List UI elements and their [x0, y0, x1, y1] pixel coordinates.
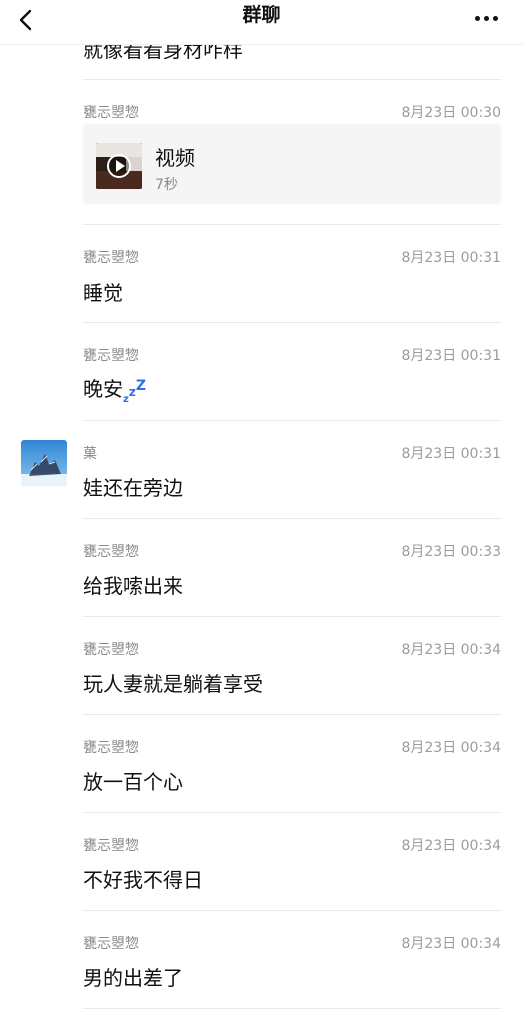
message-item: 甕忈曌惣 8月23日 00:34 男的出差了	[0, 911, 523, 1009]
message-sender: 菓	[83, 446, 97, 462]
message-time: 8月23日 00:30	[401, 105, 501, 121]
message-sender: 甕忈曌惣	[83, 544, 139, 560]
message-sender: 甕忈曌惣	[83, 642, 139, 658]
message-sender: 甕忈曌惣	[83, 936, 139, 952]
video-card[interactable]: 视频 7秒	[83, 124, 501, 204]
message-text: 睡觉	[83, 281, 123, 305]
message-sender: 甕忈曌惣	[83, 348, 139, 364]
message-time: 8月23日 00:34	[401, 936, 501, 952]
message-divider	[83, 1008, 501, 1009]
message-item: 甕忈曌惣 8月23日 00:31 睡觉	[0, 225, 523, 323]
message-sender: 甕忈曌惣	[83, 740, 139, 756]
message-video: 甕忈曌惣 8月23日 00:30 视频 7秒	[0, 80, 523, 225]
message-item: 菓 8月23日 00:31 娃还在旁边	[0, 421, 523, 519]
zzz-icon: zzZ	[123, 378, 146, 405]
message-sender: 甕忈曌惣	[83, 250, 139, 266]
play-icon	[107, 154, 131, 178]
message-time: 8月23日 00:34	[401, 642, 501, 658]
avatar[interactable]	[21, 440, 67, 486]
video-title: 视频	[155, 146, 195, 170]
message-time: 8月23日 00:31	[401, 348, 501, 364]
message-item: 甕忈曌惣 8月23日 00:31 晚安zzZ	[0, 323, 523, 421]
chat-message-list[interactable]: 就像看看身材咋样 甕忈曌惣 8月23日 00:30 视频 7秒 甕忈曌惣 8月2…	[0, 0, 523, 1024]
message-time: 8月23日 00:31	[401, 446, 501, 462]
message-time: 8月23日 00:33	[401, 544, 501, 560]
video-duration: 7秒	[155, 177, 178, 193]
message-sender: 甕忈曌惣	[83, 105, 139, 121]
message-item: 甕忈曌惣 8月23日 00:34 玩人妻就是躺着享受	[0, 617, 523, 715]
page-title: 群聊	[242, 4, 281, 26]
navigation-bar: 群聊	[0, 0, 523, 45]
message-text: 放一百个心	[83, 770, 183, 794]
message-text-with-emoji: 晚安zzZ	[83, 373, 146, 405]
message-item: 甕忈曌惣 8月23日 00:33 给我嗦出来	[0, 519, 523, 617]
message-time: 8月23日 00:34	[401, 838, 501, 854]
message-time: 8月23日 00:31	[401, 250, 501, 266]
message-item: 甕忈曌惣 8月23日 00:34 放一百个心	[0, 715, 523, 813]
message-text: 给我嗦出来	[83, 574, 183, 598]
more-dots-icon	[475, 16, 480, 21]
message-text: 不好我不得日	[83, 868, 203, 892]
more-button[interactable]	[475, 6, 509, 21]
message-sender: 甕忈曌惣	[83, 838, 139, 854]
message-item: 甕忈曌惣 8月23日 00:34 不好我不得日	[0, 813, 523, 911]
message-text: 娃还在旁边	[83, 476, 183, 500]
message-time: 8月23日 00:34	[401, 740, 501, 756]
video-thumbnail[interactable]	[96, 143, 142, 189]
message-text: 玩人妻就是躺着享受	[83, 672, 263, 696]
message-text: 晚安	[83, 377, 123, 401]
message-text: 男的出差了	[83, 966, 183, 990]
